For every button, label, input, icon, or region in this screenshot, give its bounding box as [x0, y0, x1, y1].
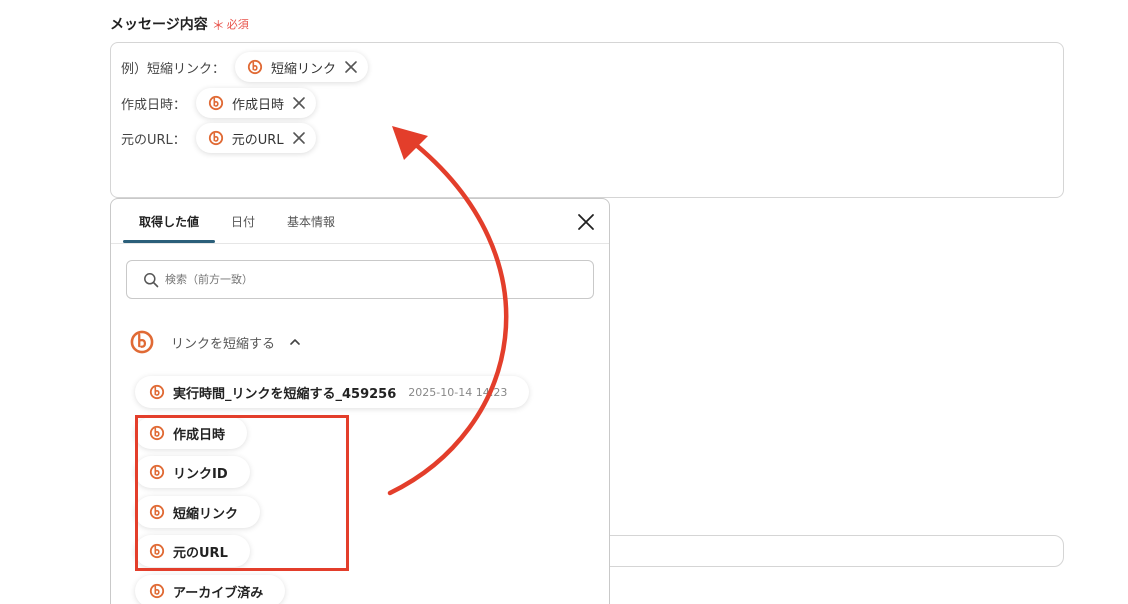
value-chip[interactable]: 作成日時: [196, 88, 317, 118]
group-header[interactable]: リンクを短縮する: [129, 329, 301, 355]
line-label: 作成日時：: [121, 97, 187, 113]
search-box[interactable]: [126, 260, 594, 299]
chip-label: 短縮リンク: [271, 61, 337, 77]
search-input[interactable]: [165, 273, 565, 286]
close-icon[interactable]: [292, 131, 306, 145]
chevron-up-icon[interactable]: [289, 336, 301, 348]
group-title: リンクを短縮する: [171, 336, 276, 352]
close-icon[interactable]: [577, 213, 595, 231]
bitly-b-icon: [247, 59, 263, 75]
background-input[interactable]: [560, 535, 1064, 567]
tab-divider: [111, 243, 609, 244]
field-label: メッセージ内容 ＊ 必須: [110, 14, 249, 34]
bitly-b-icon: [208, 95, 224, 111]
item-timestamp: 2025-10-14 14:23: [408, 385, 508, 399]
tab-bar: 取得した値 日付 基本情報: [123, 199, 351, 243]
required-mark: ＊: [211, 18, 225, 34]
close-icon[interactable]: [292, 96, 306, 110]
message-line-1: 例）短縮リンク： 短縮リンク: [121, 52, 369, 82]
chip-label: 作成日時: [232, 97, 285, 113]
line-label: 例）短縮リンク：: [121, 61, 226, 77]
message-line-3: 元のURL： 元のURL: [121, 123, 316, 153]
bitly-b-icon: [208, 130, 223, 146]
message-content-input[interactable]: 例）短縮リンク： 短縮リンク 作成日時： 作成日時 元のURL： 元のURL: [110, 42, 1064, 198]
item-label: 実行時間_リンクを短縮する_459256: [173, 386, 397, 402]
bitly-b-icon: [130, 330, 154, 354]
line-label: 元のURL：: [121, 132, 186, 148]
bitly-b-icon: [149, 583, 165, 599]
required-text: 必須: [226, 18, 249, 31]
value-chip[interactable]: 元のURL: [195, 123, 316, 153]
value-chip[interactable]: 短縮リンク: [235, 52, 369, 82]
close-icon[interactable]: [344, 60, 358, 74]
bitly-b-icon: [149, 384, 165, 400]
list-item[interactable]: アーカイブ済み: [135, 575, 286, 604]
tab-basic-info[interactable]: 基本情報: [271, 199, 351, 243]
field-label-text: メッセージ内容: [110, 17, 208, 33]
search-icon: [144, 272, 159, 287]
message-line-2: 作成日時： 作成日時: [121, 88, 317, 118]
list-item[interactable]: 実行時間_リンクを短縮する_459256 2025-10-14 14:23: [135, 376, 530, 408]
tab-acquired-values[interactable]: 取得した値: [123, 199, 216, 243]
chip-label: 元のURL: [231, 132, 284, 148]
tab-date[interactable]: 日付: [215, 199, 271, 243]
item-label: アーカイブ済み: [173, 585, 264, 601]
highlight-box: [135, 415, 349, 571]
